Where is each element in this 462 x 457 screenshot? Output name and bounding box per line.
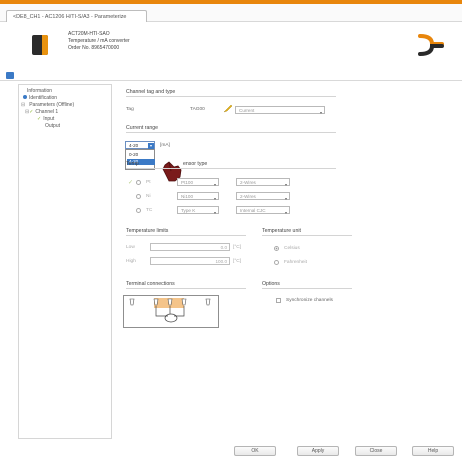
section-divider	[126, 288, 246, 289]
chevron-down-icon: ▾	[213, 182, 216, 187]
chevron-down-icon: ▾	[284, 196, 287, 201]
low-limit-label: Low	[126, 245, 135, 250]
fahrenheit-label: Fahrenheit	[284, 260, 307, 265]
tag-label: Tag	[126, 107, 134, 112]
tree-item-label: Channel 1	[35, 109, 59, 115]
tree-item-information[interactable]: Information	[27, 88, 52, 94]
current-range-section-title: Current range	[126, 125, 159, 131]
options-section-title: Options	[262, 281, 280, 287]
sensor-ni-wires-select[interactable]: 2-Wires ▾	[236, 192, 290, 201]
low-limit-input[interactable]: 0.0	[150, 243, 230, 251]
section-divider	[262, 235, 352, 236]
sensor-type-title-right: ensor type	[183, 161, 208, 167]
chevron-down-icon: ▾	[284, 182, 287, 187]
navigation-tree: Information Identification ⊟ Parameters (…	[18, 84, 112, 439]
sensor-tc-type-select[interactable]: Type K ▾	[177, 206, 219, 215]
temperature-limits-section-title: Temperature limits	[126, 228, 169, 234]
current-range-select[interactable]: 4-20 ▾	[125, 141, 155, 149]
sensor-ni-type-select[interactable]: Ni100 ▾	[177, 192, 219, 201]
combo-value: Type K	[181, 208, 196, 213]
chevron-down-icon: ▾	[213, 210, 216, 215]
dropdown-option[interactable]: 0-20	[127, 152, 155, 158]
fahrenheit-radio[interactable]	[274, 260, 279, 265]
synchronize-channels-label: Synchronize channels	[286, 298, 333, 303]
tree-item-channel-1[interactable]: ⊟✓ Channel 1	[25, 109, 58, 115]
combo-value: Ni100	[181, 194, 194, 199]
sensor-ni-radio[interactable]	[136, 194, 141, 199]
help-button[interactable]: Help	[412, 446, 454, 456]
edit-pencil-icon[interactable]	[223, 104, 233, 113]
header-divider	[0, 80, 462, 81]
device-product-icon	[30, 32, 52, 56]
section-divider	[262, 288, 352, 289]
current-range-value: 4-20	[129, 143, 139, 148]
terminal-diagram	[123, 295, 219, 328]
section-divider	[126, 132, 336, 133]
tree-item-input[interactable]: ✓ Input	[37, 116, 54, 122]
section-divider	[126, 168, 336, 169]
device-order-number: Order No. 8965470000	[68, 45, 120, 51]
combo-value: 2-Wires	[240, 180, 256, 185]
sensor-tc-label: TC	[146, 208, 153, 213]
device-description: Temperature / mA converter	[68, 38, 130, 44]
section-divider	[126, 96, 336, 97]
sensor-pt-radio[interactable]	[136, 180, 141, 185]
tree-item-label: Parameters (Offline)	[29, 102, 75, 108]
combo-value: Internal CJC	[240, 208, 266, 213]
sensor-pt-label: Pt	[146, 180, 151, 185]
bullet-icon	[23, 95, 27, 99]
chevron-down-icon: ▾	[284, 210, 287, 215]
channel-tag-section-title: Channel tag and type	[126, 89, 176, 95]
high-limit-label: High	[126, 259, 136, 264]
sensor-pt-type-select[interactable]: Pt100 ▾	[177, 178, 219, 187]
tree-item-identification[interactable]: Identification	[23, 95, 57, 101]
channel-type-value: Current	[239, 108, 255, 113]
current-range-unit: [mA]	[160, 143, 170, 148]
combo-value: Pt100	[181, 180, 194, 185]
check-icon: ✓	[128, 180, 134, 186]
ok-button[interactable]: OK	[234, 446, 276, 456]
chevron-down-icon: ▾	[319, 110, 322, 115]
sensor-tc-cjc-select[interactable]: Internal CJC ▾	[236, 206, 290, 215]
close-button[interactable]: Close	[355, 446, 397, 456]
tree-item-output[interactable]: Output	[45, 123, 60, 129]
tree-item-label: Identification	[29, 95, 58, 101]
combo-value: 2-Wires	[240, 194, 256, 199]
high-limit-input[interactable]: 100.0	[150, 257, 230, 265]
toolbar-icon[interactable]	[6, 72, 14, 79]
low-limit-unit: [°C]	[233, 245, 242, 250]
tree-item-parameters[interactable]: ⊟ Parameters (Offline)	[21, 102, 74, 108]
sensor-pt-wires-select[interactable]: 2-Wires ▾	[236, 178, 290, 187]
sensor-tc-radio[interactable]	[136, 208, 141, 213]
check-icon: ✓	[37, 116, 42, 122]
terminal-wiring-icon	[129, 298, 211, 323]
title-bar: <DE8_CH1 - AC1206 H/TI-S/A3 - Parameteri…	[0, 4, 462, 24]
section-divider	[126, 235, 246, 236]
sensor-ni-label: Ni	[146, 194, 151, 199]
terminal-connections-section-title: Terminal connections	[126, 281, 175, 287]
device-model: ACT20M-HTI-SAO	[68, 31, 110, 37]
expand-icon: ⊟	[21, 102, 26, 108]
tree-item-label: Input	[43, 116, 55, 122]
temperature-unit-section-title: Temperature unit	[262, 228, 301, 234]
synchronize-channels-checkbox[interactable]	[276, 298, 281, 303]
celsius-radio[interactable]	[274, 246, 279, 251]
check-icon: ✓	[29, 109, 34, 115]
brand-logo-icon	[418, 34, 444, 56]
high-limit-unit: [°C]	[233, 259, 242, 264]
sensor-type-title-left: Temp	[126, 161, 139, 167]
chevron-down-icon: ▾	[213, 196, 216, 201]
tag-input[interactable]: TAG00	[190, 107, 205, 112]
apply-button[interactable]: Apply	[297, 446, 339, 456]
channel-type-select[interactable]: Current ▾	[235, 106, 325, 115]
celsius-label: Celsius	[284, 246, 300, 251]
